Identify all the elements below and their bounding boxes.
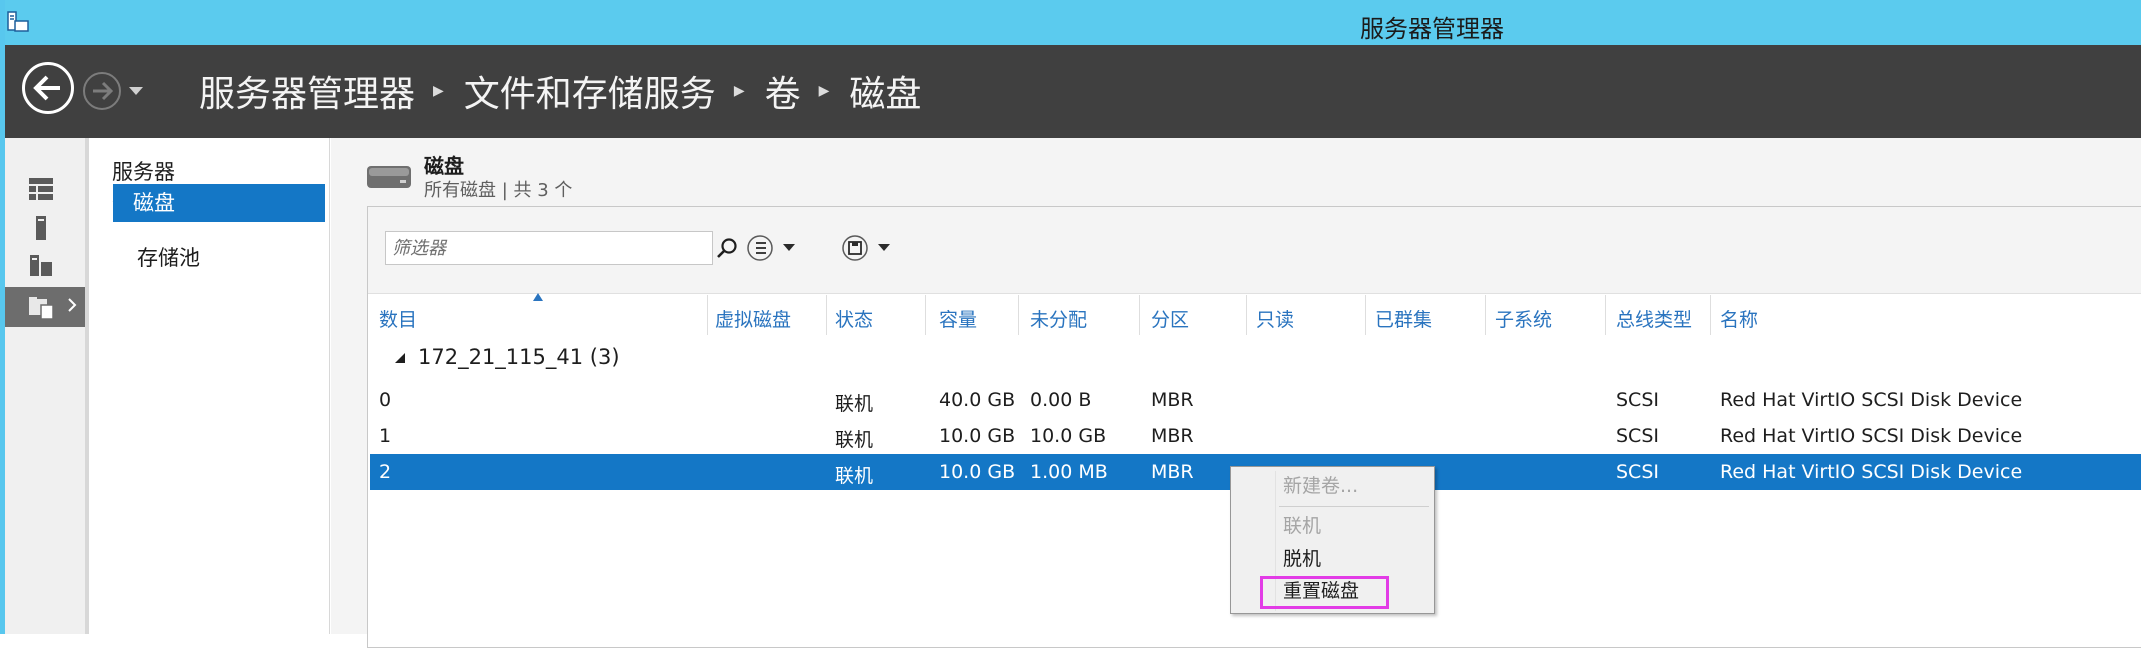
cell-status: 联机 xyxy=(835,429,874,451)
menu-item-online[interactable]: 联机 xyxy=(1283,512,1321,540)
column-header-capacity[interactable]: 容量 xyxy=(939,305,977,332)
column-header-unallocated[interactable]: 未分配 xyxy=(1030,305,1087,332)
history-dropdown-icon[interactable] xyxy=(127,85,145,97)
column-header-row: 数目 虚拟磁盘 状态 容量 未分配 分区 只读 已群集 子系统 总线类型 名称 xyxy=(368,293,2141,339)
cell-number: 1 xyxy=(379,425,392,447)
cell-capacity: 10.0 GB xyxy=(939,461,1016,483)
cell-name: Red Hat VirtIO SCSI Disk Device xyxy=(1720,389,2023,411)
cell-partition: MBR xyxy=(1151,389,1194,411)
expand-arrow-icon[interactable] xyxy=(67,297,77,313)
column-divider[interactable] xyxy=(707,295,708,335)
filter-input[interactable] xyxy=(385,231,713,265)
cell-number: 2 xyxy=(379,461,392,483)
cell-capacity: 10.0 GB xyxy=(939,425,1016,447)
dashboard-icon[interactable] xyxy=(27,175,55,203)
search-icon[interactable] xyxy=(714,235,740,261)
cell-unallocated: 0.00 B xyxy=(1030,389,1092,411)
column-header-read-only[interactable]: 只读 xyxy=(1256,305,1294,332)
forward-arrow-icon xyxy=(93,81,114,101)
navigation-bar: 服务器管理器 ▶ 文件和存储服务 ▶ 卷 ▶ 磁盘 xyxy=(5,45,2141,138)
column-header-partition[interactable]: 分区 xyxy=(1151,305,1189,332)
sub-navigation: 服务器 卷 磁盘 存储池 xyxy=(89,138,330,634)
cell-status: 联机 xyxy=(835,393,874,415)
disk-icon xyxy=(367,166,411,188)
breadcrumb-disks[interactable]: 磁盘 xyxy=(849,65,921,117)
cell-bus-type: SCSI xyxy=(1616,461,1659,483)
table-row[interactable]: 1 联机 10.0 GB 10.0 GB MBR SCSI Red Hat Vi… xyxy=(370,418,2141,454)
column-header-virtual-disk[interactable]: 虚拟磁盘 xyxy=(715,305,791,332)
breadcrumb-server-manager[interactable]: 服务器管理器 xyxy=(199,65,415,117)
menu-separator xyxy=(1279,506,1429,507)
column-divider[interactable] xyxy=(826,295,827,335)
breadcrumb-file-storage[interactable]: 文件和存储服务 xyxy=(464,65,716,117)
back-arrow-icon xyxy=(33,75,60,101)
all-servers-icon[interactable] xyxy=(27,251,55,279)
cell-capacity: 40.0 GB xyxy=(939,389,1016,411)
file-storage-icon xyxy=(29,297,54,320)
cell-bus-type: SCSI xyxy=(1616,425,1659,447)
column-header-number[interactable]: 数目 xyxy=(379,305,417,332)
section-subtitle: 所有磁盘 | 共 3 个 xyxy=(424,180,573,201)
cell-partition: MBR xyxy=(1151,425,1194,447)
cell-bus-type: SCSI xyxy=(1616,389,1659,411)
breadcrumb-separator-icon: ▶ xyxy=(818,83,830,99)
breadcrumb-separator-icon: ▶ xyxy=(433,83,444,99)
menu-item-offline[interactable]: 脱机 xyxy=(1283,545,1321,573)
window-title: 服务器管理器 xyxy=(1360,15,1504,43)
column-divider[interactable] xyxy=(1485,295,1486,335)
save-query-button[interactable] xyxy=(838,231,900,265)
cell-name: Red Hat VirtIO SCSI Disk Device xyxy=(1720,425,2023,447)
local-server-icon[interactable] xyxy=(27,214,55,242)
back-button[interactable] xyxy=(22,62,74,114)
column-divider[interactable] xyxy=(1246,295,1247,335)
cell-status: 联机 xyxy=(835,465,874,487)
section-title: 磁盘 xyxy=(424,154,464,178)
column-divider[interactable] xyxy=(1710,295,1711,335)
rail-item-file-storage[interactable] xyxy=(5,287,85,327)
view-options-button[interactable] xyxy=(743,231,805,265)
breadcrumb-volumes[interactable]: 卷 xyxy=(765,65,801,117)
group-label: 172_21_115_41 (3) xyxy=(418,345,620,369)
column-divider[interactable] xyxy=(1139,295,1140,335)
cell-number: 0 xyxy=(379,389,392,411)
column-header-bus-type[interactable]: 总线类型 xyxy=(1616,305,1692,332)
breadcrumb-separator-icon: ▶ xyxy=(733,83,745,99)
highlight-annotation-box xyxy=(1260,576,1389,609)
cell-unallocated: 1.00 MB xyxy=(1030,461,1108,483)
title-bar: 服务器管理器 xyxy=(0,0,2141,46)
column-divider[interactable] xyxy=(925,295,926,335)
table-row[interactable]: 0 联机 40.0 GB 0.00 B MBR SCSI Red Hat Vir… xyxy=(370,382,2141,418)
cell-unallocated: 10.0 GB xyxy=(1030,425,1107,447)
server-manager-app-icon[interactable] xyxy=(5,9,31,35)
cell-name: Red Hat VirtIO SCSI Disk Device xyxy=(1720,461,2023,483)
column-header-name[interactable]: 名称 xyxy=(1720,305,1758,332)
forward-button[interactable] xyxy=(83,72,121,110)
column-divider[interactable] xyxy=(1365,295,1366,335)
subnav-item-storage-pools[interactable]: 存储池 xyxy=(137,239,200,277)
column-header-status[interactable]: 状态 xyxy=(835,305,873,332)
column-header-subsystem[interactable]: 子系统 xyxy=(1495,305,1552,332)
menu-item-new-volume[interactable]: 新建卷... xyxy=(1283,472,1358,500)
column-header-clustered[interactable]: 已群集 xyxy=(1375,305,1432,332)
breadcrumb: 服务器管理器 ▶ 文件和存储服务 ▶ 卷 ▶ 磁盘 xyxy=(199,67,921,115)
left-rail xyxy=(5,138,89,634)
column-divider[interactable] xyxy=(1018,295,1019,335)
column-divider[interactable] xyxy=(1605,295,1606,335)
filter-bar xyxy=(368,207,2141,294)
subnav-item-disks[interactable]: 磁盘 xyxy=(113,184,325,222)
sort-ascending-icon xyxy=(533,293,543,301)
collapse-triangle-icon[interactable] xyxy=(394,352,406,364)
cell-partition: MBR xyxy=(1151,461,1194,483)
